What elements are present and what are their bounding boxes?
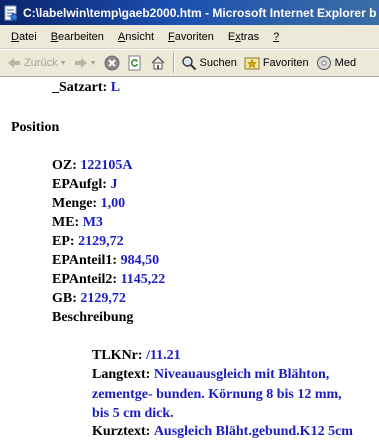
home-button[interactable] <box>147 52 169 74</box>
menu-datei[interactable]: Datei <box>5 29 43 45</box>
search-button[interactable]: Suchen <box>178 52 240 74</box>
field-value: J <box>110 177 118 192</box>
field-value: 1145,22 <box>120 272 166 287</box>
field-row: EPAufgl: J <box>52 175 117 194</box>
langtext-line-3: bis 5 cm dick. <box>92 406 174 421</box>
field-row: OZ: 122105A <box>52 156 133 175</box>
position-heading: Position <box>11 120 60 135</box>
field-row: ME: M3 <box>52 213 103 232</box>
field-value: 2129,72 <box>78 234 124 249</box>
field-label: EPAnteil1: <box>52 253 118 268</box>
refresh-icon <box>128 55 140 71</box>
langtext-line-2: zementge- bunden. Körnung 8 bis 12 mm, <box>92 386 342 402</box>
back-arrow-icon <box>8 58 20 68</box>
media-button[interactable]: Med <box>313 52 359 74</box>
forward-arrow-icon <box>74 58 87 68</box>
menu-extras[interactable]: Extras <box>222 29 265 45</box>
satzart-row: _Satzart: L <box>52 78 120 97</box>
field-label: EPAnteil2: <box>52 272 118 287</box>
favorites-button[interactable]: Favoriten <box>241 52 312 74</box>
menu-bearbeiten[interactable]: Bearbeiten <box>45 29 110 45</box>
ie-page-icon <box>4 5 18 21</box>
media-label: Med <box>334 57 357 69</box>
beschreibung-label: Beschreibung <box>52 310 134 325</box>
field-label: OZ: <box>52 158 77 173</box>
field-label: EP: <box>52 234 75 249</box>
stop-icon <box>104 55 119 71</box>
favorites-icon <box>244 57 260 70</box>
kurztext-row: Kurztext: Ausgleich Bläht.gebund.K12 5cm <box>92 422 353 441</box>
window-titlebar[interactable]: C:\labelwin\temp\gaeb2000.htm - Microsof… <box>0 0 379 25</box>
chevron-down-icon[interactable]: ▼ <box>60 60 67 67</box>
field-value: 2129,72 <box>80 291 126 306</box>
langtext-block: Langtext: Niveauausgleich mit Blähton, z… <box>92 365 342 424</box>
media-icon <box>316 56 331 70</box>
langtext-line-1: Niveauausgleich mit Blähton, <box>153 367 330 382</box>
menu-favoriten[interactable]: Favoriten <box>162 29 220 45</box>
home-icon <box>151 56 164 70</box>
field-row: EPAnteil1: 984,50 <box>52 251 159 270</box>
langtext-label: Langtext: <box>92 367 151 382</box>
toolbar: Zurück ▼ ▼ Suchen Favoriten Med <box>0 49 379 77</box>
field-label: GB: <box>52 291 77 306</box>
toolbar-separator <box>172 53 175 73</box>
field-row: EPAnteil2: 1145,22 <box>52 270 165 289</box>
menu-bar: Datei Bearbeiten Ansicht Favoriten Extra… <box>0 25 379 49</box>
field-value: 122105A <box>80 158 133 173</box>
stop-button[interactable] <box>101 52 123 74</box>
beschreibung-row: Beschreibung <box>52 308 133 327</box>
field-value: M3 <box>82 215 103 230</box>
kurztext-value: Ausgleich Bläht.gebund.K12 5cm <box>153 424 353 439</box>
field-row: Menge: 1,00 <box>52 194 125 213</box>
menu-help[interactable]: ? <box>267 29 285 45</box>
field-row: EP: 2129,72 <box>52 232 124 251</box>
window-title: C:\labelwin\temp\gaeb2000.htm - Microsof… <box>23 5 377 20</box>
field-label: Menge: <box>52 196 98 211</box>
search-icon <box>181 56 196 71</box>
page-content: _Satzart: L Position OZ: 122105A EPAufgl… <box>0 77 379 441</box>
chevron-down-icon[interactable]: ▼ <box>90 60 97 67</box>
section-heading: Position <box>11 118 59 137</box>
field-value: 984,50 <box>120 253 160 268</box>
satzart-value: L <box>110 80 121 95</box>
tlknr-label: TLKNr: <box>92 348 143 363</box>
field-label: EPAufgl: <box>52 177 107 192</box>
kurztext-label: Kurztext: <box>92 424 151 439</box>
field-row: GB: 2129,72 <box>52 289 126 308</box>
back-label: Zurück <box>24 57 58 69</box>
field-value: 1,00 <box>100 196 126 211</box>
back-button[interactable]: Zurück ▼ <box>4 52 70 74</box>
satzart-label: _Satzart: <box>52 80 108 95</box>
forward-button[interactable]: ▼ <box>71 52 100 74</box>
field-label: ME: <box>52 215 80 230</box>
menu-ansicht[interactable]: Ansicht <box>112 29 160 45</box>
tlknr-value: /11.21 <box>146 348 181 363</box>
search-label: Suchen <box>199 57 237 69</box>
tlknr-row: TLKNr: /11.21 <box>92 346 181 365</box>
favorites-label: Favoriten <box>262 57 309 69</box>
refresh-button[interactable] <box>124 52 146 74</box>
